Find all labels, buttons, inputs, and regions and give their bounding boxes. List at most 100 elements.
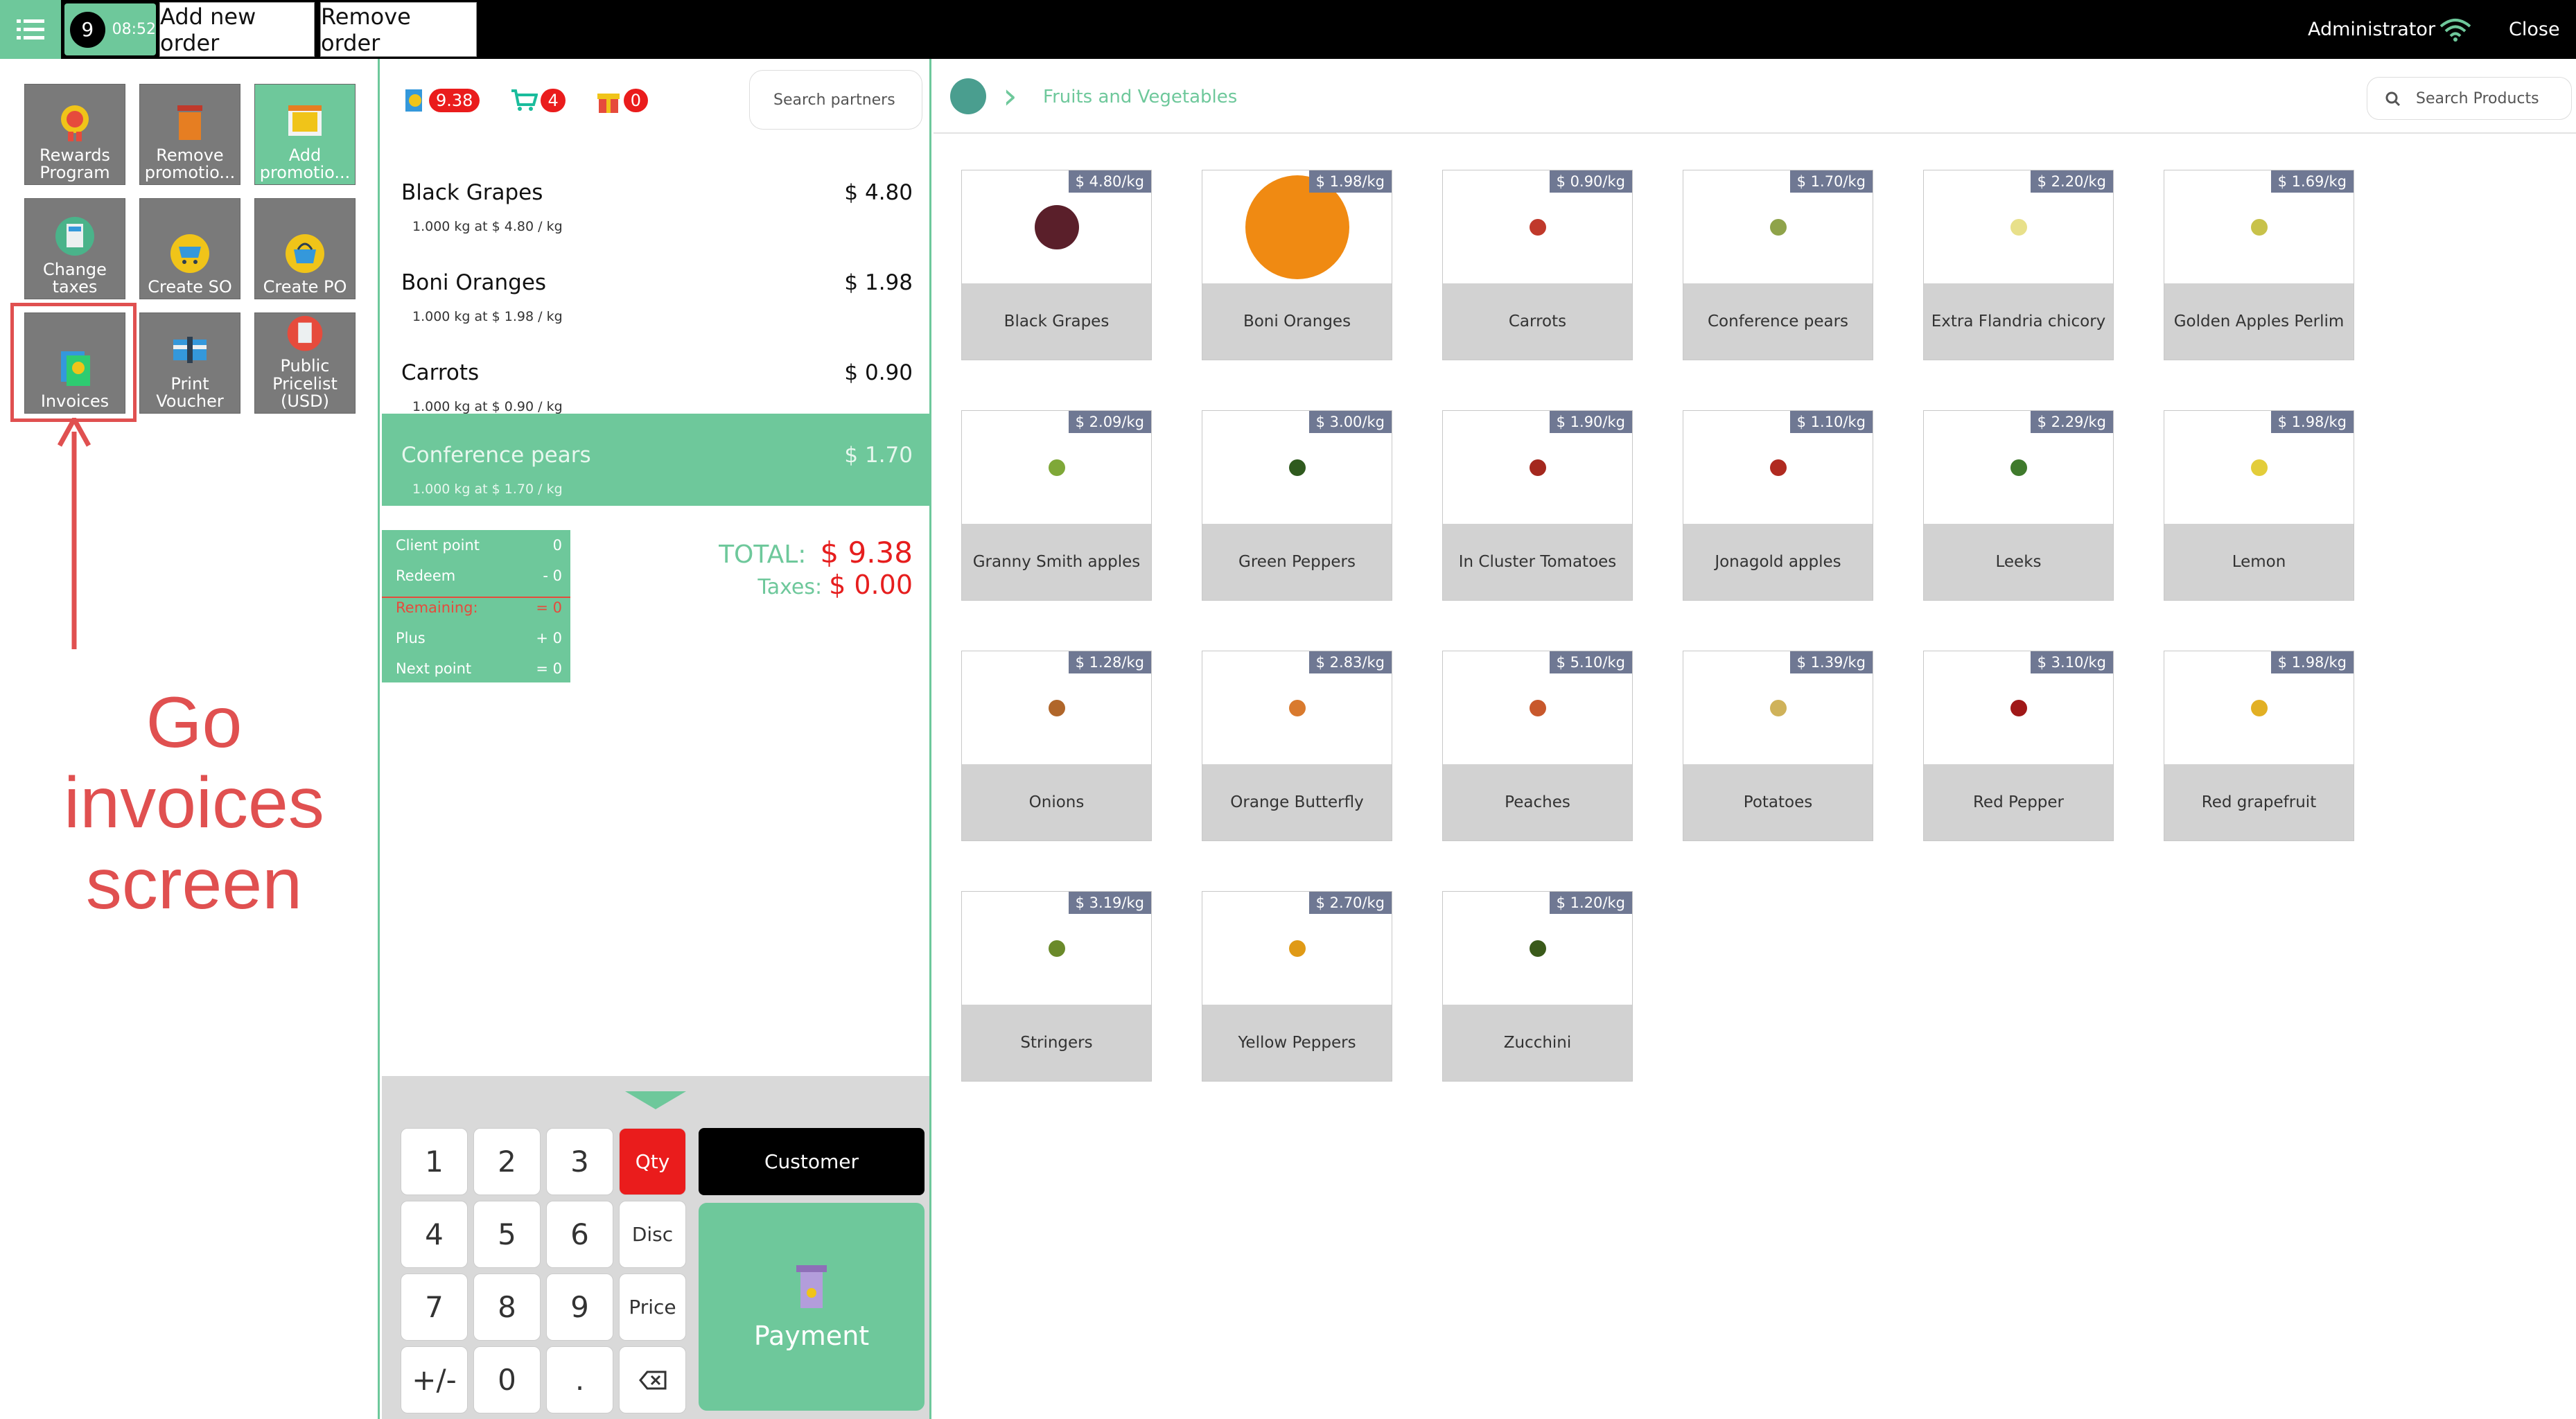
numpad-key[interactable]: +/- <box>401 1346 468 1413</box>
tax-value: $ 0.00 <box>829 570 913 600</box>
numpad-key[interactable]: 7 <box>401 1273 468 1341</box>
price-mode-button[interactable]: Price <box>619 1273 686 1341</box>
loyalty-label: Next point <box>396 660 472 677</box>
numpad-key[interactable]: 4 <box>401 1201 468 1268</box>
product-name: Potatoes <box>1683 764 1873 840</box>
product-card[interactable]: $ 1.98/kg Boni Oranges <box>1202 170 1392 360</box>
product-card[interactable]: $ 1.98/kg Lemon <box>2164 410 2354 601</box>
product-thumbnail-icon <box>1288 699 1306 716</box>
breadcrumb-category[interactable]: Fruits and Vegetables <box>1043 87 1237 107</box>
product-price-tag: $ 1.28/kg <box>1068 651 1151 673</box>
product-price-tag: $ 1.10/kg <box>1789 411 1873 433</box>
loyalty-value: 0 <box>552 537 562 554</box>
product-card[interactable]: $ 2.29/kg Leeks <box>1923 410 2114 601</box>
order-tab[interactable]: 9 08:52 <box>64 3 156 55</box>
wifi-icon <box>2439 0 2471 59</box>
product-price-tag: $ 2.29/kg <box>2030 411 2113 433</box>
order-line-info: 1.000 kg at $ 0.90 / kg <box>412 399 563 414</box>
product-name: Carrots <box>1443 283 1632 360</box>
close-button[interactable]: Close <box>2509 0 2560 59</box>
loyalty-value: + 0 <box>536 630 562 646</box>
public-pricelist-button[interactable]: Public Pricelist (USD) <box>254 312 356 414</box>
username: Administrator <box>2308 19 2436 40</box>
print-voucher-button[interactable]: Print Voucher <box>139 312 240 414</box>
menu-button[interactable] <box>0 0 61 59</box>
product-price-tag: $ 1.70/kg <box>1789 170 1873 193</box>
add-promotion-button[interactable]: Add promotio... <box>254 84 356 185</box>
product-card[interactable]: $ 1.90/kg In Cluster Tomatoes <box>1442 410 1633 601</box>
product-name: Red grapefruit <box>2164 764 2354 840</box>
product-price-tag: $ 4.80/kg <box>1068 170 1151 193</box>
add-new-order-button[interactable]: Add new order <box>159 2 315 57</box>
home-icon[interactable] <box>950 78 986 114</box>
pricelist-icon <box>287 315 323 351</box>
numpad-key[interactable]: 9 <box>546 1273 613 1341</box>
order-line-selected[interactable]: Conference pears $ 1.70 1.000 kg at $ 1.… <box>382 414 929 506</box>
create-po-button[interactable]: Create PO <box>254 198 356 299</box>
numpad-key[interactable]: . <box>546 1346 613 1413</box>
product-card[interactable]: $ 4.80/kg Black Grapes <box>961 170 1152 360</box>
disc-mode-button[interactable]: Disc <box>619 1201 686 1268</box>
product-thumbnail-icon <box>1769 699 1787 716</box>
product-card[interactable]: $ 1.70/kg Conference pears <box>1683 170 1873 360</box>
loyalty-row: Plus + 0 <box>396 630 562 646</box>
product-card[interactable]: $ 2.20/kg Extra Flandria chicory <box>1923 170 2114 360</box>
product-card[interactable]: $ 1.10/kg Jonagold apples <box>1683 410 1873 601</box>
change-taxes-button[interactable]: Change taxes <box>24 198 125 299</box>
product-card[interactable]: $ 0.90/kg Carrots <box>1442 170 1633 360</box>
numpad-key[interactable]: 5 <box>473 1201 541 1268</box>
numpad-key[interactable]: 3 <box>546 1128 613 1195</box>
product-card[interactable]: $ 3.10/kg Red Pepper <box>1923 651 2114 841</box>
loyalty-label: Plus <box>396 630 426 646</box>
product-card[interactable]: $ 2.09/kg Granny Smith apples <box>961 410 1152 601</box>
remove-promotion-button[interactable]: Remove promotio... <box>139 84 240 185</box>
product-card[interactable]: $ 5.10/kg Peaches <box>1442 651 1633 841</box>
product-card[interactable]: $ 1.98/kg Red grapefruit <box>2164 651 2354 841</box>
top-bar: 9 08:52 Add new order Remove order Admin… <box>0 0 2576 59</box>
customer-button[interactable]: Customer <box>699 1128 925 1195</box>
order-line[interactable]: Black Grapes $ 4.80 1.000 kg at $ 4.80 /… <box>382 161 929 251</box>
collapse-handle-icon[interactable] <box>625 1091 686 1109</box>
product-screen: › Fruits and Vegetables Search Products … <box>934 59 2576 1419</box>
rewards-program-button[interactable]: Rewards Program <box>24 84 125 185</box>
product-name: Red Pepper <box>1924 764 2113 840</box>
product-price-tag: $ 2.70/kg <box>1308 892 1392 914</box>
product-card[interactable]: $ 2.70/kg Yellow Peppers <box>1202 891 1392 1082</box>
product-card[interactable]: $ 3.00/kg Green Peppers <box>1202 410 1392 601</box>
order-line[interactable]: Boni Oranges $ 1.98 1.000 kg at $ 1.98 /… <box>382 251 929 341</box>
product-thumbnail-icon <box>1288 459 1306 476</box>
backspace-button[interactable] <box>619 1346 686 1413</box>
product-card[interactable]: $ 1.20/kg Zucchini <box>1442 891 1633 1082</box>
numpad-key[interactable]: 8 <box>473 1273 541 1341</box>
product-name: Golden Apples Perlim <box>2164 283 2354 360</box>
calculator-icon <box>55 216 94 256</box>
basket-icon <box>286 233 324 273</box>
product-card[interactable]: $ 1.28/kg Onions <box>961 651 1152 841</box>
payment-button[interactable]: Payment <box>699 1203 925 1411</box>
order-line-info: 1.000 kg at $ 1.70 / kg <box>412 482 563 497</box>
numpad-key[interactable]: 0 <box>473 1346 541 1413</box>
order-line-name: Boni Oranges <box>401 270 547 295</box>
create-so-button[interactable]: Create SO <box>139 198 240 299</box>
product-card[interactable]: $ 1.39/kg Potatoes <box>1683 651 1873 841</box>
trash-icon <box>177 105 202 140</box>
product-card[interactable]: $ 3.19/kg Stringers <box>961 891 1152 1082</box>
order-time: 08:52 <box>112 21 156 38</box>
control-label: Add promotio... <box>259 145 351 182</box>
loyalty-value: - 0 <box>543 567 562 584</box>
product-card[interactable]: $ 2.83/kg Orange Butterfly <box>1202 651 1392 841</box>
product-name: Extra Flandria chicory <box>1924 283 2113 360</box>
search-partners-input[interactable]: Search partners <box>749 70 922 130</box>
payment-icon <box>796 1265 827 1308</box>
product-card[interactable]: $ 1.69/kg Golden Apples Perlim <box>2164 170 2354 360</box>
numpad-key[interactable]: 6 <box>546 1201 613 1268</box>
order-line-info: 1.000 kg at $ 4.80 / kg <box>412 219 563 234</box>
qty-mode-button[interactable]: Qty <box>619 1128 686 1195</box>
control-label: Public Pricelist (USD) <box>272 356 338 411</box>
remove-order-button[interactable]: Remove order <box>320 2 477 57</box>
numpad-key[interactable]: 2 <box>473 1128 541 1195</box>
numpad-key[interactable]: 1 <box>401 1128 468 1195</box>
search-products-input[interactable]: Search Products <box>2367 77 2572 120</box>
annotation-line: invoices <box>64 763 324 844</box>
product-price-tag: $ 5.10/kg <box>1549 651 1632 673</box>
